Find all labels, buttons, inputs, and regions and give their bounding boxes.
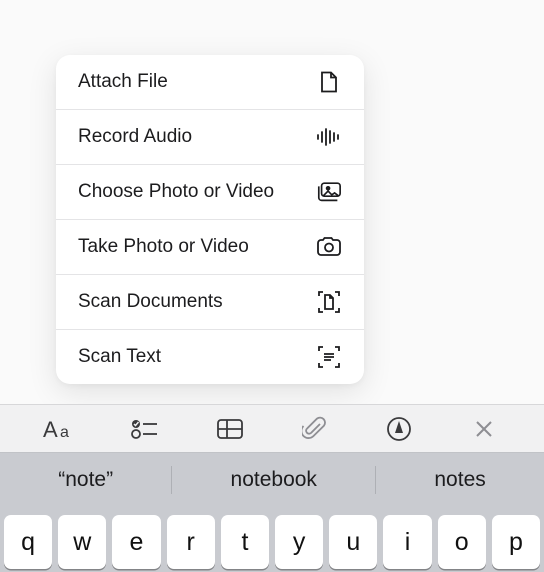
menu-item-label: Take Photo or Video <box>78 236 249 258</box>
menu-item-label: Scan Text <box>78 346 161 368</box>
menu-item-label: Attach File <box>78 71 168 93</box>
key-t[interactable]: t <box>221 515 269 569</box>
menu-item-scan-documents[interactable]: Scan Documents <box>56 275 364 330</box>
svg-text:a: a <box>60 424 69 441</box>
file-icon <box>316 70 342 94</box>
menu-item-label: Scan Documents <box>78 291 223 313</box>
text-format-button[interactable]: A a <box>28 405 92 453</box>
menu-item-attach-file[interactable]: Attach File <box>56 55 364 110</box>
markup-icon <box>386 416 412 442</box>
checklist-button[interactable] <box>113 405 177 453</box>
waveform-icon <box>316 125 342 149</box>
menu-item-label: Record Audio <box>78 126 192 148</box>
scan-doc-icon <box>316 290 342 314</box>
attachments-menu: Attach File Record Audio Choose Photo or… <box>56 55 364 384</box>
predictive-suggestion[interactable]: notes <box>434 468 485 492</box>
key-p[interactable]: p <box>492 515 540 569</box>
format-toolbar: A a <box>0 404 544 452</box>
predictive-suggestion[interactable]: notebook <box>231 468 317 492</box>
checklist-icon <box>131 418 159 440</box>
key-r[interactable]: r <box>167 515 215 569</box>
divider <box>375 466 376 494</box>
key-y[interactable]: y <box>275 515 323 569</box>
keyboard-row: q w e r t y u i o p <box>0 507 544 572</box>
key-w[interactable]: w <box>58 515 106 569</box>
scan-text-icon <box>316 345 342 369</box>
menu-item-record-audio[interactable]: Record Audio <box>56 110 364 165</box>
menu-item-take-photo[interactable]: Take Photo or Video <box>56 220 364 275</box>
menu-item-choose-photo[interactable]: Choose Photo or Video <box>56 165 364 220</box>
divider <box>171 466 172 494</box>
markup-button[interactable] <box>367 405 431 453</box>
key-e[interactable]: e <box>112 515 160 569</box>
camera-icon <box>316 235 342 259</box>
menu-item-scan-text[interactable]: Scan Text <box>56 330 364 384</box>
key-i[interactable]: i <box>383 515 431 569</box>
gallery-icon <box>316 180 342 204</box>
key-u[interactable]: u <box>329 515 377 569</box>
aa-icon: A a <box>43 417 77 441</box>
svg-text:A: A <box>43 417 58 441</box>
table-icon <box>216 418 244 440</box>
close-toolbar-button[interactable] <box>452 405 516 453</box>
attachment-button[interactable] <box>282 405 346 453</box>
predictive-suggestion[interactable]: “note” <box>58 468 113 492</box>
predictive-bar: “note” notebook notes <box>0 452 544 507</box>
close-icon <box>474 419 494 439</box>
table-button[interactable] <box>198 405 262 453</box>
key-q[interactable]: q <box>4 515 52 569</box>
menu-item-label: Choose Photo or Video <box>78 181 274 203</box>
key-o[interactable]: o <box>438 515 486 569</box>
paperclip-icon <box>302 416 326 442</box>
